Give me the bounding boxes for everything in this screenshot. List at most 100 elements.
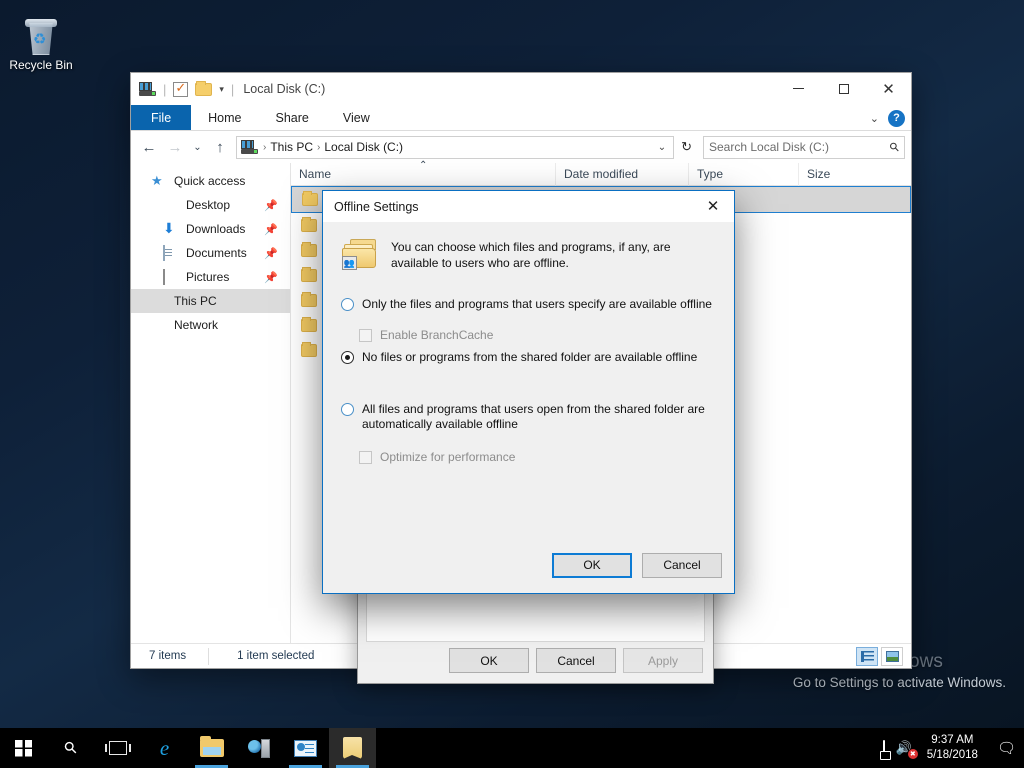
pin-icon[interactable]: 📌 bbox=[264, 199, 278, 212]
this-pc-icon[interactable] bbox=[139, 82, 156, 96]
folder-icon bbox=[301, 317, 317, 332]
folder-icon bbox=[302, 191, 318, 206]
sidebar-item-label: Desktop bbox=[186, 198, 231, 212]
search-input[interactable]: Search Local Disk (C:) ⚲ bbox=[703, 135, 905, 159]
close-button[interactable]: ✕ bbox=[866, 73, 911, 104]
address-bar: ← → ⌄ ↑ › This PC › Local Disk (C:) ⌄ ↻ … bbox=[131, 131, 911, 163]
pin-icon[interactable]: 📌 bbox=[264, 271, 278, 284]
permissions-list[interactable] bbox=[366, 587, 705, 642]
search-icon: ⚲ bbox=[60, 738, 82, 759]
radio-button[interactable] bbox=[341, 351, 354, 364]
sidebar-item-label: Network bbox=[174, 318, 219, 332]
task-view-button[interactable] bbox=[94, 728, 141, 768]
column-header-size[interactable]: Size bbox=[799, 163, 875, 186]
new-folder-icon[interactable] bbox=[195, 80, 213, 96]
start-button[interactable] bbox=[0, 728, 47, 768]
document-icon bbox=[163, 245, 179, 261]
pin-icon[interactable]: 📌 bbox=[264, 223, 278, 236]
sidebar-item-downloads[interactable]: ⬇ Downloads 📌 bbox=[131, 217, 290, 241]
dialog-body: 👥 You can choose which files and program… bbox=[323, 222, 734, 537]
back-arrow-icon[interactable]: ← bbox=[137, 135, 161, 159]
monitor-icon bbox=[163, 198, 179, 212]
sidebar-item-pictures[interactable]: Pictures 📌 bbox=[131, 265, 290, 289]
checkbox-optimize-performance: Optimize for performance bbox=[359, 450, 716, 464]
radio-button[interactable] bbox=[341, 298, 354, 311]
forward-arrow-icon[interactable]: → bbox=[163, 135, 187, 159]
recent-locations-icon[interactable]: ⌄ bbox=[189, 135, 206, 159]
tiles-view-icon[interactable] bbox=[881, 646, 903, 666]
sidebar-item-quick-access[interactable]: ★ Quick access bbox=[131, 169, 290, 193]
cancel-button[interactable]: Cancel bbox=[536, 648, 616, 673]
radio-label: No files or programs from the shared fol… bbox=[362, 350, 698, 364]
pin-icon[interactable]: 📌 bbox=[264, 247, 278, 260]
up-arrow-icon[interactable]: ↑ bbox=[208, 135, 232, 159]
search-button[interactable]: ⚲ bbox=[47, 728, 94, 768]
ok-button[interactable]: OK bbox=[552, 552, 632, 578]
column-header-type[interactable]: Type bbox=[689, 162, 799, 186]
folder-icon bbox=[343, 737, 362, 759]
tab-view[interactable]: View bbox=[326, 105, 387, 130]
sidebar-item-network[interactable]: Network bbox=[131, 313, 290, 337]
star-icon: ★ bbox=[151, 173, 163, 188]
tab-file[interactable]: File bbox=[131, 105, 192, 130]
sidebar-item-documents[interactable]: Documents 📌 bbox=[131, 241, 290, 265]
file-explorer-button[interactable] bbox=[188, 728, 235, 768]
action-center-icon[interactable]: 🗨 bbox=[993, 739, 1018, 757]
help-button[interactable]: ? bbox=[888, 109, 905, 127]
radio-label: All files and programs that users open f… bbox=[362, 402, 705, 431]
column-headers: Name ⌃ Date modified Type Size bbox=[291, 159, 911, 186]
server-manager-button[interactable] bbox=[235, 728, 282, 768]
file-explorer-icon bbox=[199, 736, 224, 757]
sidebar-item-label: Pictures bbox=[186, 270, 230, 284]
column-header-name[interactable]: Name ⌃ bbox=[291, 159, 556, 186]
sidebar-item-desktop[interactable]: Desktop 📌 bbox=[131, 193, 290, 217]
presentation-app-button[interactable] bbox=[282, 728, 329, 768]
customize-dropdown-icon[interactable]: ▾ bbox=[219, 84, 224, 95]
toolbar-divider-2: | bbox=[230, 81, 235, 97]
apply-button: Apply bbox=[623, 648, 703, 673]
internet-explorer-button[interactable]: e bbox=[141, 728, 188, 768]
tab-share[interactable]: Share bbox=[259, 105, 326, 130]
desktop-icon-recycle-bin[interactable]: ♻ Recycle Bin bbox=[6, 8, 76, 72]
maximize-button[interactable] bbox=[821, 73, 866, 104]
sidebar-item-this-pc[interactable]: This PC bbox=[131, 289, 290, 313]
checkbox-label: Optimize for performance bbox=[380, 450, 516, 464]
dialog-title: Offline Settings bbox=[334, 199, 419, 214]
title-bar: | ▾ | Local Disk (C:) ✕ bbox=[131, 73, 911, 105]
volume-muted-icon[interactable]: 🔊 bbox=[896, 740, 919, 759]
search-placeholder: Search Local Disk (C:) bbox=[709, 140, 830, 154]
picture-icon bbox=[163, 269, 179, 285]
sort-ascending-icon: ⌃ bbox=[419, 159, 428, 171]
path-breadcrumb[interactable]: › This PC › Local Disk (C:) ⌄ bbox=[236, 135, 675, 159]
close-icon[interactable]: ✕ bbox=[692, 191, 734, 221]
shared-folder-icon: 👥 bbox=[341, 239, 377, 270]
ok-button[interactable]: OK bbox=[449, 648, 529, 673]
offline-settings-dialog: Offline Settings ✕ 👥 You can choose whic… bbox=[322, 190, 735, 594]
refresh-icon[interactable]: ↻ bbox=[676, 139, 697, 155]
breadcrumb-item-this-pc[interactable]: This PC bbox=[270, 140, 313, 154]
cancel-button[interactable]: Cancel bbox=[642, 552, 722, 578]
tab-home[interactable]: Home bbox=[191, 105, 258, 130]
network-monitor-icon[interactable] bbox=[882, 739, 885, 757]
network-icon bbox=[151, 318, 167, 332]
chevron-down-icon[interactable]: ⌄ bbox=[870, 112, 879, 125]
chevron-down-icon[interactable]: ⌄ bbox=[658, 142, 669, 153]
clock[interactable]: 9:37 AM 5/18/2018 bbox=[923, 733, 982, 763]
ribbon-right-controls: ⌄ ? bbox=[870, 105, 905, 131]
column-header-date-modified[interactable]: Date modified bbox=[556, 162, 689, 186]
radio-option-all-files[interactable]: All files and programs that users open f… bbox=[341, 402, 716, 432]
radio-option-user-specified[interactable]: Only the files and programs that users s… bbox=[341, 297, 716, 312]
explorer-window-button[interactable] bbox=[329, 728, 376, 768]
details-view-icon[interactable] bbox=[856, 646, 878, 666]
properties-checkmark-icon[interactable] bbox=[173, 80, 189, 97]
breadcrumb-separator-1: › bbox=[263, 141, 267, 153]
window-controls: ✕ bbox=[776, 73, 911, 104]
radio-button[interactable] bbox=[341, 403, 354, 416]
radio-option-no-files[interactable]: No files or programs from the shared fol… bbox=[341, 350, 716, 365]
folder-icon bbox=[301, 217, 317, 232]
checkbox bbox=[359, 450, 372, 464]
breadcrumb-item-local-disk[interactable]: Local Disk (C:) bbox=[324, 140, 403, 154]
minimize-button[interactable] bbox=[776, 73, 821, 104]
view-mode-buttons bbox=[856, 646, 903, 666]
sidebar-item-label: Documents bbox=[186, 246, 247, 260]
